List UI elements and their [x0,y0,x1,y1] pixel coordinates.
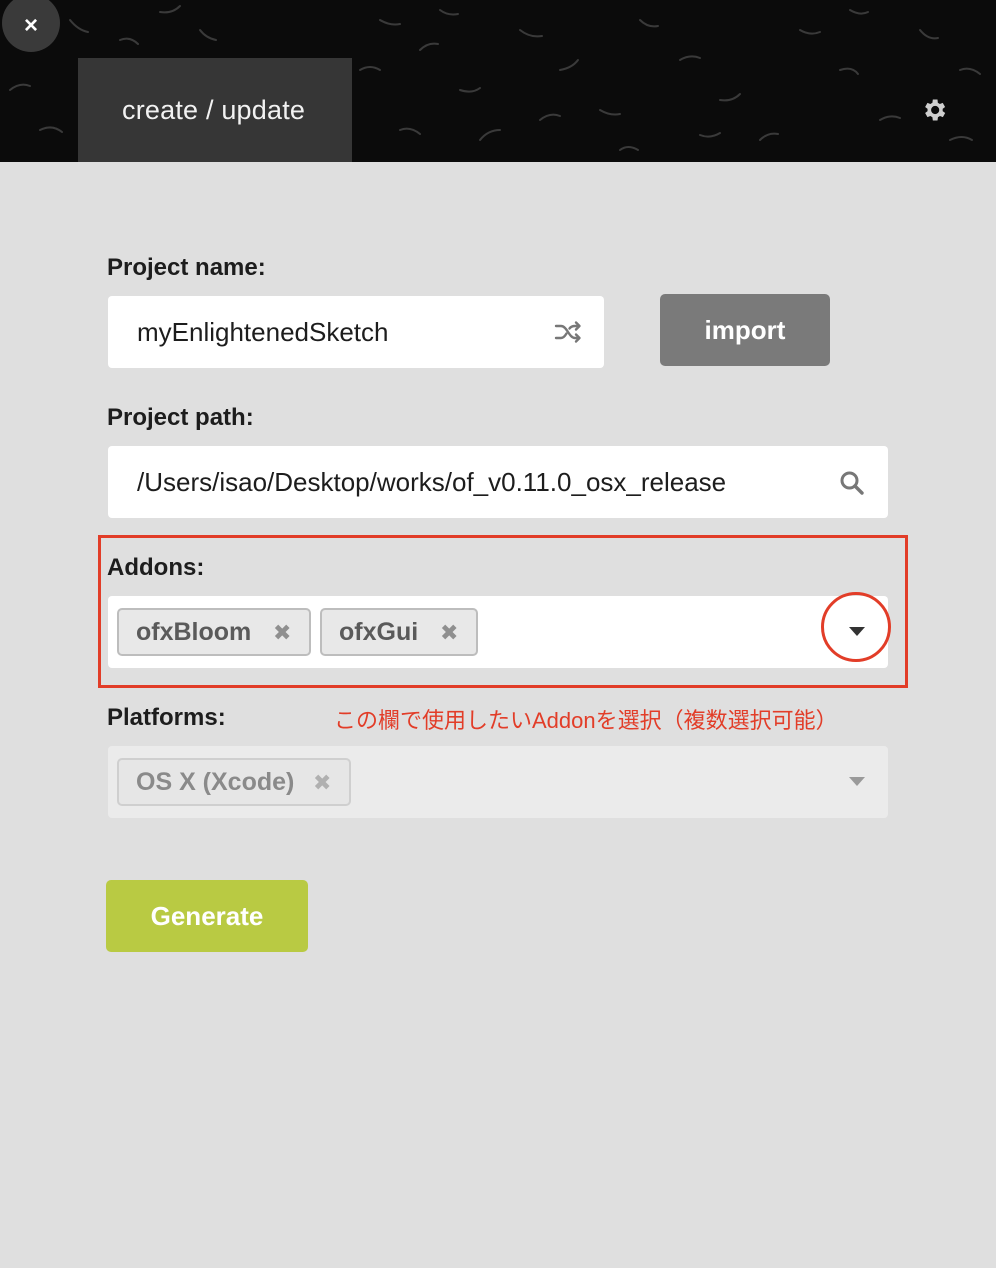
project-name-label: Project name: [107,254,266,281]
project-path-value: /Users/isao/Desktop/works/of_v0.11.0_osx… [137,466,727,497]
remove-tag-icon: ✖ [313,770,332,795]
generate-button[interactable]: Generate [106,880,308,952]
chevron-down-icon [849,777,865,786]
addons-label: Addons: [107,554,205,581]
addon-tag-ofxgui: ofxGui ✖ [320,608,478,656]
search-icon[interactable] [839,470,865,496]
platform-tag-osx: OS X (Xcode) ✖ [117,758,351,806]
addon-tag-label: ofxBloom [136,617,252,646]
tab-create-update[interactable]: create / update [78,58,352,162]
remove-tag-icon[interactable]: ✖ [440,620,458,646]
annotation-text: この欄で使用したいAddonを選択（複数選択可能） [334,708,838,733]
addon-tag-ofxbloom: ofxBloom ✖ [117,608,311,656]
project-path-label: Project path: [107,404,254,431]
project-name-field[interactable]: myEnlightenedSketch [108,296,604,368]
annotation-circle [821,592,891,662]
remove-tag-icon[interactable]: ✖ [273,620,291,646]
gear-icon[interactable] [920,96,948,124]
addons-select[interactable]: ofxBloom ✖ ofxGui ✖ [108,596,888,668]
import-button[interactable]: import [660,294,830,366]
project-path-field[interactable]: /Users/isao/Desktop/works/of_v0.11.0_osx… [108,446,888,518]
close-icon: × [23,12,38,39]
tab-label: create / update [122,94,306,125]
app-header: × create / update [0,0,996,162]
platforms-select: OS X (Xcode) ✖ [108,746,888,818]
shuffle-icon[interactable] [554,320,582,344]
project-name-value: myEnlightenedSketch [137,316,389,347]
platforms-label: Platforms: [107,704,226,731]
addon-tag-label: ofxGui [339,617,419,646]
platform-tag-label: OS X (Xcode) [136,767,295,796]
